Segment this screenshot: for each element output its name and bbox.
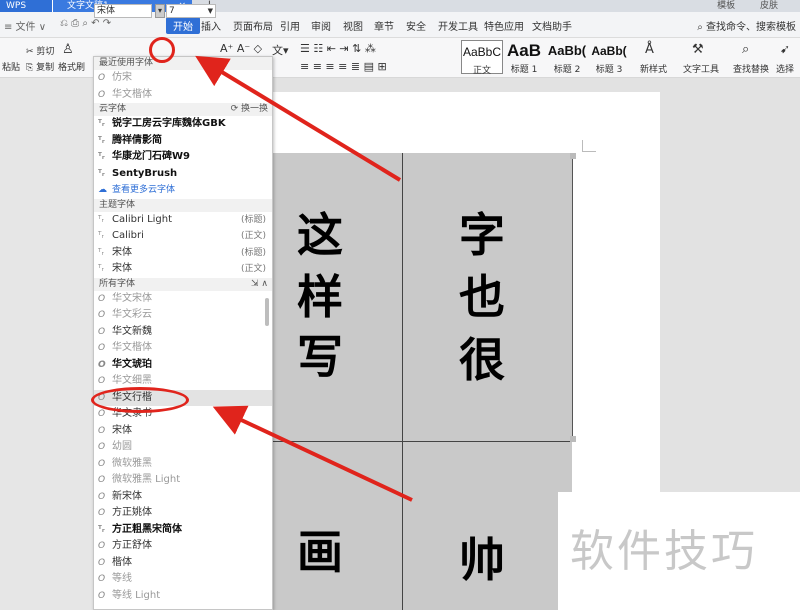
annotation-arrow bbox=[195, 55, 402, 182]
annotation-arrow bbox=[212, 405, 413, 502]
annotation-arrows bbox=[195, 55, 413, 502]
